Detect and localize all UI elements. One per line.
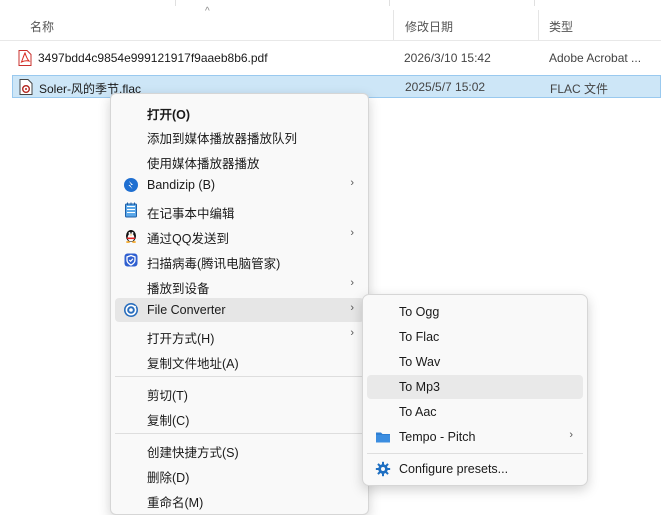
file-converter-icon	[124, 303, 138, 317]
chevron-right-icon: ›	[350, 277, 354, 289]
column-header-bar: ^ 名称 修改日期 类型	[0, 0, 661, 41]
submenu-item-to-wav[interactable]: To Wav	[367, 350, 583, 374]
audio-file-icon	[19, 79, 33, 95]
menu-item-delete[interactable]: 删除(D)	[115, 462, 364, 486]
top-divider	[175, 0, 176, 6]
menu-separator	[115, 433, 364, 434]
submenu-item-tempo-pitch[interactable]: Tempo - Pitch ›	[367, 425, 583, 449]
menu-item-rename[interactable]: 重命名(M)	[115, 487, 364, 511]
shield-icon	[124, 253, 138, 267]
submenu-item-configure-presets[interactable]: Configure presets...	[367, 457, 583, 481]
menu-item-cut[interactable]: 剪切(T)	[115, 380, 364, 404]
file-converter-submenu: To Ogg To Flac To Wav To Mp3 To Aac Temp…	[362, 294, 588, 486]
menu-item-create-shortcut[interactable]: 创建快捷方式(S)	[115, 437, 364, 461]
sort-ascending-icon: ^	[205, 6, 210, 17]
top-divider	[389, 0, 390, 6]
qq-penguin-icon	[126, 230, 136, 243]
context-menu: 打开(O) 添加到媒体播放器播放队列 使用媒体播放器播放 Bandizip (B…	[110, 93, 369, 515]
chevron-right-icon: ›	[350, 327, 354, 339]
menu-item-play-with-media-player[interactable]: 使用媒体播放器播放	[115, 148, 364, 172]
file-type: FLAC 文件	[550, 82, 609, 96]
submenu-item-to-ogg[interactable]: To Ogg	[367, 300, 583, 324]
column-name-header[interactable]: 名称	[30, 18, 54, 35]
bandizip-icon	[124, 178, 138, 192]
chevron-right-icon: ›	[350, 227, 354, 239]
gear-icon	[375, 461, 391, 477]
file-row[interactable]: 3497bdd4c9854e999121917f9aaeb8b6.pdf 202…	[12, 47, 661, 69]
menu-separator	[115, 376, 364, 377]
pdf-file-icon	[18, 50, 32, 66]
file-type: Adobe Acrobat ...	[549, 51, 642, 65]
menu-item-scan-virus[interactable]: 扫描病毒(腾讯电脑管家)	[115, 248, 364, 272]
top-divider	[534, 0, 535, 6]
chevron-right-icon: ›	[350, 177, 354, 189]
column-separator[interactable]	[393, 10, 394, 40]
file-date: 2026/3/10 15:42	[404, 51, 491, 65]
menu-item-open[interactable]: 打开(O)	[115, 99, 364, 123]
menu-item-bandizip[interactable]: Bandizip (B) ›	[115, 173, 364, 197]
folder-icon	[376, 432, 390, 443]
file-date: 2025/5/7 15:02	[405, 80, 486, 94]
menu-separator	[367, 453, 583, 454]
menu-item-add-to-queue[interactable]: 添加到媒体播放器播放队列	[115, 123, 364, 147]
column-type-header[interactable]: 类型	[549, 18, 573, 35]
column-date-header[interactable]: 修改日期	[405, 18, 453, 35]
notepad-icon	[125, 202, 137, 218]
menu-item-file-converter[interactable]: File Converter ›	[115, 298, 364, 322]
menu-item-copy-path[interactable]: 复制文件地址(A)	[115, 348, 364, 372]
menu-item-copy[interactable]: 复制(C)	[115, 405, 364, 429]
menu-item-edit-in-notepad[interactable]: 在记事本中编辑	[115, 198, 364, 222]
chevron-right-icon: ›	[350, 302, 354, 314]
menu-item-send-via-qq[interactable]: 通过QQ发送到 ›	[115, 223, 364, 247]
submenu-item-to-mp3[interactable]: To Mp3	[367, 375, 583, 399]
file-name: 3497bdd4c9854e999121917f9aaeb8b6.pdf	[38, 51, 268, 65]
submenu-item-to-aac[interactable]: To Aac	[367, 400, 583, 424]
submenu-item-to-flac[interactable]: To Flac	[367, 325, 583, 349]
chevron-right-icon: ›	[569, 429, 573, 441]
menu-item-open-with[interactable]: 打开方式(H) ›	[115, 323, 364, 347]
column-separator[interactable]	[538, 10, 539, 40]
menu-item-cast-to-device[interactable]: 播放到设备 ›	[115, 273, 364, 297]
